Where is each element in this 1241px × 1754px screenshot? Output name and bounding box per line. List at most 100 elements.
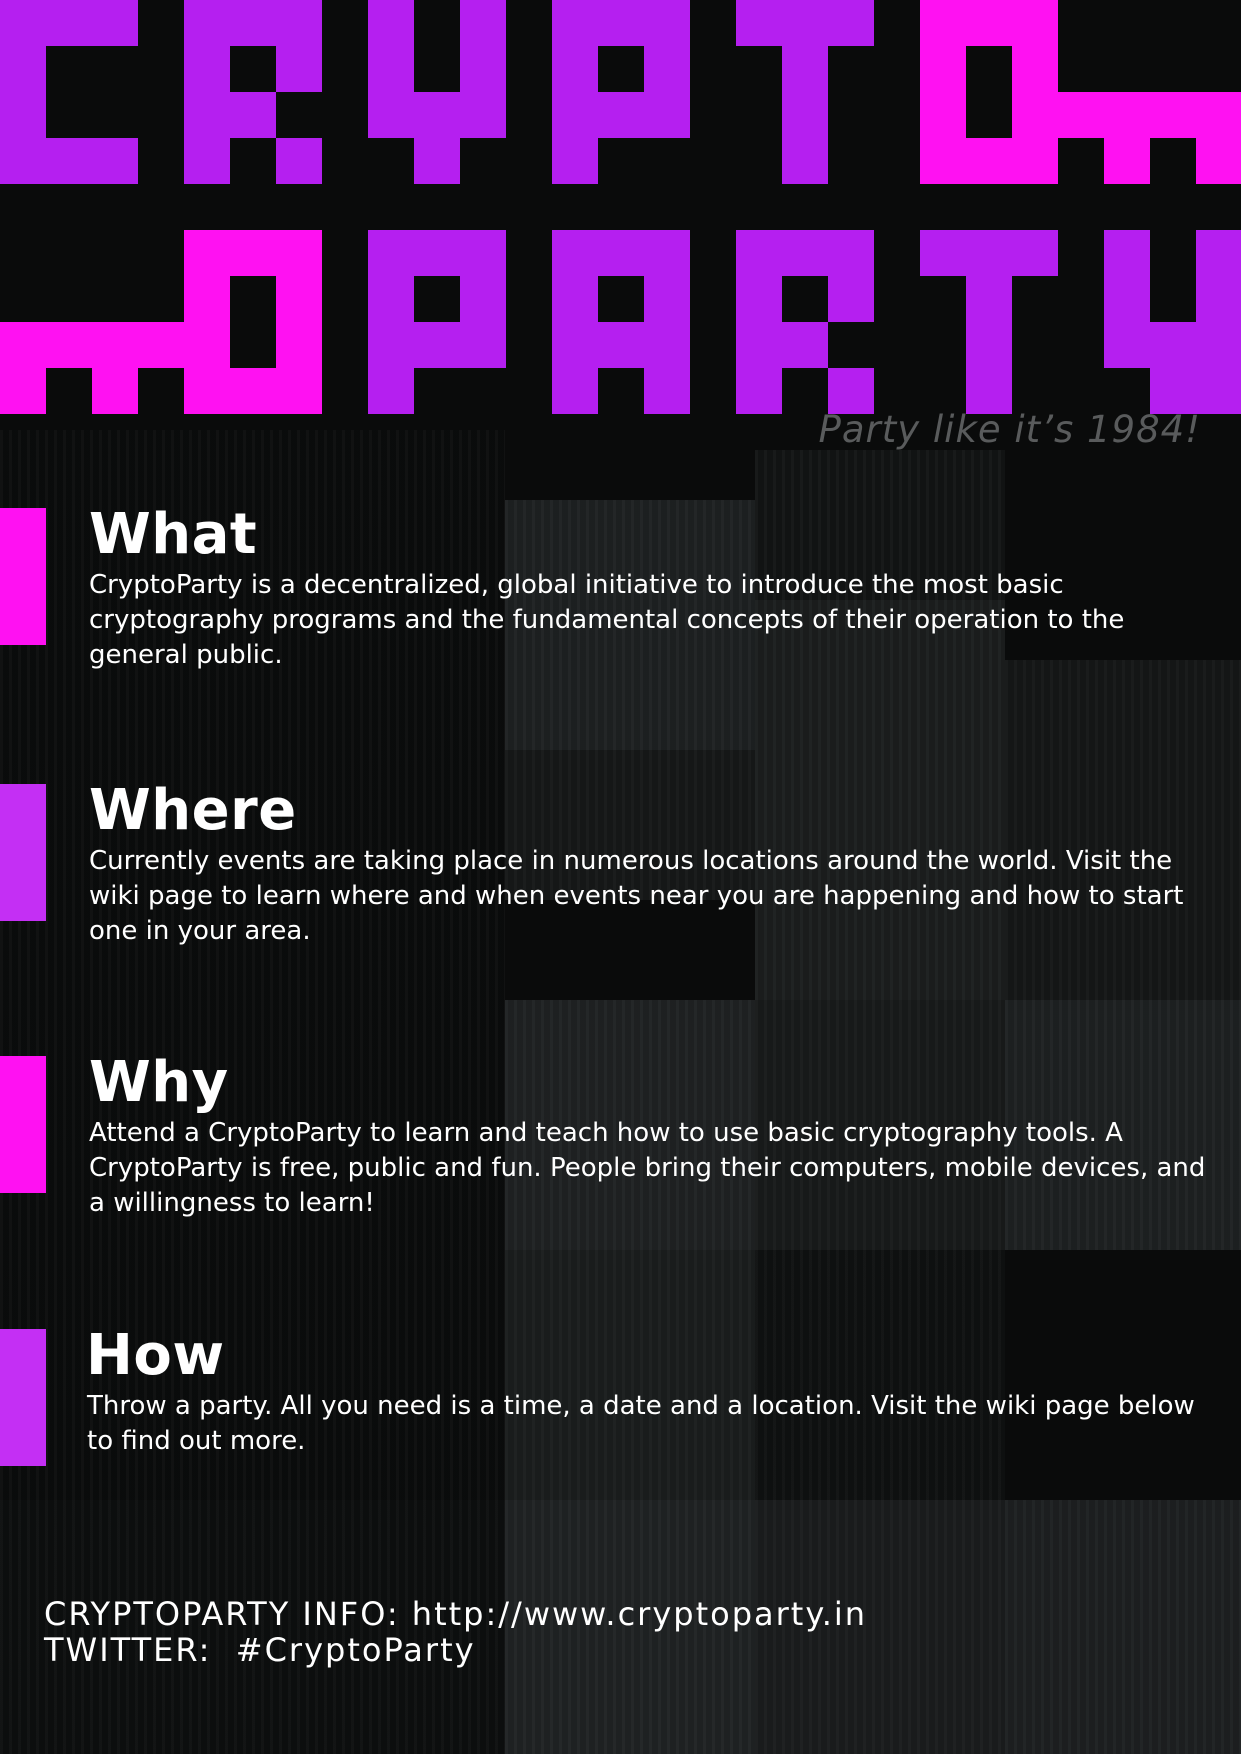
title-pixel xyxy=(460,0,506,46)
title-pixel xyxy=(598,322,644,368)
title-pixel xyxy=(736,230,782,276)
info-url-text: CRYPTOPARTY INFO: http://www.cryptoparty… xyxy=(44,1595,868,1633)
background-block xyxy=(1005,1500,1241,1754)
title-pixel xyxy=(644,0,690,46)
section-body: CryptoParty is a decentralized, global i… xyxy=(89,570,1125,670)
title-pixel xyxy=(1196,230,1241,276)
section-where: Where Currently events are taking place … xyxy=(0,778,1241,984)
title-pixel xyxy=(966,138,1012,184)
poster: Party like it’s 1984! What CryptoParty i… xyxy=(0,0,1241,1754)
title-pixel xyxy=(552,138,598,184)
title-pixel xyxy=(184,322,230,368)
title-pixel xyxy=(1196,322,1241,368)
section-heading: What xyxy=(89,502,258,567)
tagline: Party like it’s 1984! xyxy=(818,408,1201,451)
title-pixel xyxy=(782,322,828,368)
title-pixel xyxy=(920,92,966,138)
section-body: Currently events are taking place in num… xyxy=(89,846,1184,946)
title-pixel xyxy=(92,138,138,184)
title-pixel xyxy=(184,46,230,92)
title-pixel xyxy=(0,322,46,368)
title-pixel xyxy=(552,322,598,368)
title-pixel xyxy=(184,0,230,46)
title-pixel xyxy=(1012,46,1058,92)
section-accent-bar xyxy=(0,508,46,645)
section-body: Throw a party. All you need is a time, a… xyxy=(87,1391,1195,1456)
title-pixel xyxy=(644,92,690,138)
title-pixel xyxy=(828,0,874,46)
title-pixel xyxy=(460,276,506,322)
title-pixel xyxy=(276,368,322,414)
title-pixel xyxy=(460,46,506,92)
title-pixel xyxy=(1104,322,1150,368)
section-accent-bar xyxy=(0,784,46,921)
title-pixel xyxy=(1058,92,1104,138)
title-pixel xyxy=(920,0,966,46)
title-pixel xyxy=(1196,92,1241,138)
title-pixel xyxy=(276,138,322,184)
section-accent-bar xyxy=(0,1056,46,1193)
title-pixel xyxy=(184,368,230,414)
title-pixel xyxy=(782,230,828,276)
title-pixel xyxy=(0,0,46,46)
title-pixel xyxy=(230,92,276,138)
title-pixel xyxy=(782,0,828,46)
title-pixel xyxy=(276,230,322,276)
title-pixel xyxy=(92,0,138,46)
title-pixel xyxy=(138,322,184,368)
twitter-hashtag-text: TWITTER: #CryptoParty xyxy=(44,1631,476,1669)
title-pixel xyxy=(1012,138,1058,184)
title-pixel xyxy=(0,46,46,92)
title-pixel xyxy=(1196,276,1241,322)
title-pixel xyxy=(736,368,782,414)
section-why: Why Attend a CryptoParty to learn and te… xyxy=(0,1050,1241,1256)
section-accent-bar xyxy=(0,1329,46,1466)
title-pixel xyxy=(276,46,322,92)
title-pixel xyxy=(0,138,46,184)
title-pixel xyxy=(966,230,1012,276)
title-pixel xyxy=(1104,92,1150,138)
title-pixel xyxy=(1196,368,1241,414)
title-pixel xyxy=(552,46,598,92)
title-pixel xyxy=(92,368,138,414)
title-pixel xyxy=(782,92,828,138)
crypto-party-title xyxy=(0,0,1241,420)
title-pixel xyxy=(782,46,828,92)
title-pixel xyxy=(276,276,322,322)
title-pixel xyxy=(414,230,460,276)
title-pixel xyxy=(276,322,322,368)
title-pixel xyxy=(414,322,460,368)
title-pixel xyxy=(92,322,138,368)
title-pixel xyxy=(552,0,598,46)
title-pixel xyxy=(736,276,782,322)
title-pixel xyxy=(1150,92,1196,138)
section-what: What CryptoParty is a decentralized, glo… xyxy=(0,502,1241,708)
title-pixel xyxy=(368,276,414,322)
title-pixel xyxy=(736,0,782,46)
title-pixel xyxy=(644,230,690,276)
title-pixel xyxy=(644,46,690,92)
title-pixel xyxy=(1012,230,1058,276)
title-pixel xyxy=(644,322,690,368)
title-pixel xyxy=(1104,230,1150,276)
title-pixel xyxy=(552,92,598,138)
title-pixel xyxy=(46,0,92,46)
title-pixel xyxy=(1150,322,1196,368)
title-pixel xyxy=(966,276,1012,322)
title-pixel xyxy=(966,0,1012,46)
title-pixel xyxy=(1104,138,1150,184)
title-pixel xyxy=(1012,92,1058,138)
title-pixel xyxy=(552,368,598,414)
title-pixel xyxy=(276,0,322,46)
title-pixel xyxy=(46,322,92,368)
section-how: How Throw a party. All you need is a tim… xyxy=(0,1323,1241,1529)
title-pixel xyxy=(460,230,506,276)
title-pixel xyxy=(1196,138,1241,184)
title-pixel xyxy=(0,92,46,138)
title-pixel xyxy=(230,230,276,276)
title-pixel xyxy=(552,230,598,276)
title-pixel xyxy=(230,368,276,414)
footer-info: CRYPTOPARTY INFO: http://www.cryptoparty… xyxy=(44,1596,867,1668)
title-pixel xyxy=(184,230,230,276)
title-pixel xyxy=(184,92,230,138)
